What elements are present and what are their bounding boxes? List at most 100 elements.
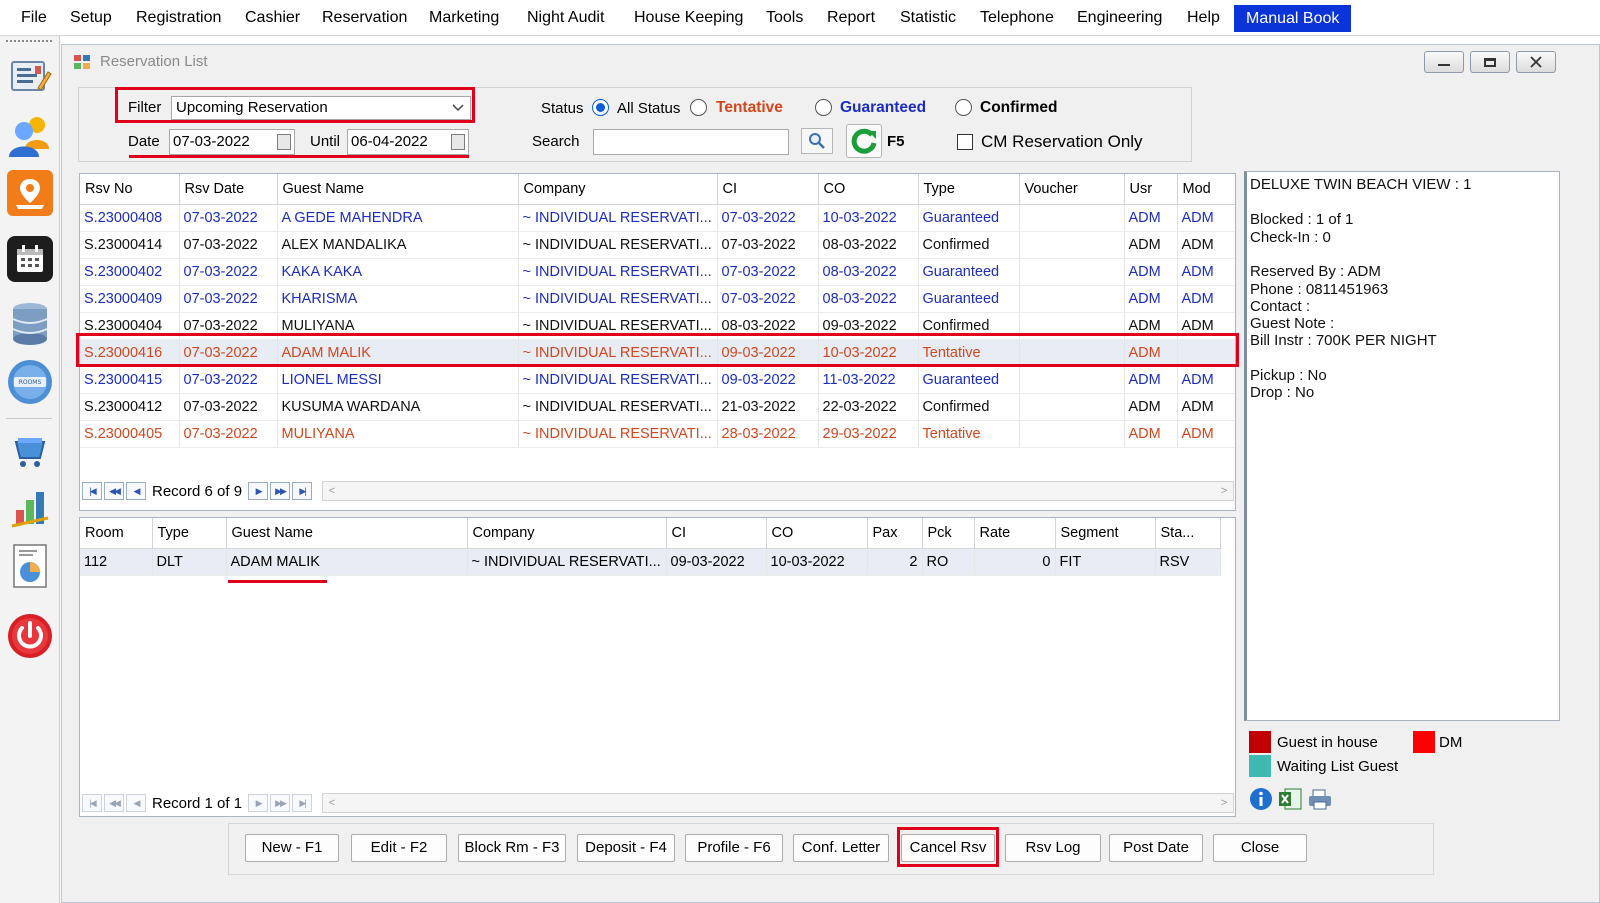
profile-button[interactable]: Profile - F6 [685, 834, 783, 862]
scroll-left-icon[interactable]: < [324, 795, 340, 811]
calendar-picker-icon[interactable] [277, 134, 291, 150]
column-header[interactable]: Type [152, 518, 227, 549]
excel-export-icon[interactable] [1277, 787, 1303, 811]
info-icon[interactable] [1249, 787, 1273, 811]
column-header[interactable]: Segment [1055, 518, 1156, 549]
column-header[interactable]: Company [467, 518, 667, 549]
menu-night-audit[interactable]: Night Audit [527, 6, 604, 30]
column-header[interactable]: Rsv Date [179, 174, 278, 205]
menu-telephone[interactable]: Telephone [980, 6, 1054, 30]
next-record-icon[interactable]: ▶ [248, 482, 269, 500]
column-header[interactable]: Rsv No [80, 174, 180, 205]
reservation-row[interactable]: S.23000416 07-03-2022 ADAM MALIK ~ INDIVIDU… [80, 339, 1235, 367]
guests-icon[interactable] [6, 112, 54, 160]
column-header[interactable]: Sta... [1155, 518, 1221, 549]
last-record-icon[interactable]: ▶| [292, 482, 313, 500]
column-header[interactable]: Room [80, 518, 153, 549]
last-record-icon[interactable]: ▶| [292, 794, 313, 812]
reservation-row[interactable]: S.23000402 07-03-2022 KAKA KAKA ~ INDIVIDUA… [80, 258, 1235, 286]
column-header[interactable]: CI [717, 174, 819, 205]
map-location-icon[interactable] [7, 170, 53, 216]
column-header[interactable]: CO [766, 518, 868, 549]
radio-tentative[interactable] [690, 99, 707, 116]
menu-help[interactable]: Help [1187, 6, 1220, 30]
radio-guaranteed[interactable] [815, 99, 832, 116]
menu-reservation[interactable]: Reservation [322, 6, 407, 30]
date-from-field[interactable]: 07-03-2022 [169, 129, 295, 155]
room-row[interactable]: 112 DLT ADAM MALIK ~ INDIVIDUAL RESERVATI..… [80, 548, 1221, 576]
reservation-row[interactable]: S.23000415 07-03-2022 LIONEL MESSI ~ INDIVI… [80, 366, 1235, 394]
room-hscrollbar[interactable]: < > [322, 793, 1234, 813]
reservation-hscrollbar[interactable]: < > [322, 481, 1234, 501]
menu-setup[interactable]: Setup [70, 6, 112, 30]
scroll-right-icon[interactable]: > [1216, 795, 1232, 811]
print-icon[interactable] [1307, 787, 1333, 811]
column-header[interactable]: Type [918, 174, 1020, 205]
menu-cashier[interactable]: Cashier [245, 6, 300, 30]
column-header[interactable]: Company [518, 174, 718, 205]
menu-report[interactable]: Report [827, 6, 875, 30]
calendar-icon[interactable] [7, 236, 53, 282]
first-record-icon[interactable]: |◀ [82, 482, 102, 500]
filter-combo[interactable]: Upcoming Reservation [171, 96, 471, 120]
maximize-button[interactable] [1470, 51, 1510, 73]
next-page-icon[interactable]: ▶▶ [270, 482, 291, 500]
menu-engineering[interactable]: Engineering [1077, 6, 1162, 30]
radio-all-status[interactable] [592, 99, 609, 116]
bar-chart-icon[interactable] [6, 484, 54, 532]
reservation-log-button[interactable]: Rsv Log [1005, 834, 1101, 862]
column-header[interactable]: Pax [867, 518, 923, 549]
cancel-reservation-button[interactable]: Cancel Rsv [901, 834, 995, 862]
search-input[interactable] [593, 129, 789, 155]
power-icon[interactable] [6, 612, 54, 660]
reservation-row[interactable]: S.23000414 07-03-2022 ALEX MANDALIKA ~ INDI… [80, 231, 1235, 259]
front-desk-icon[interactable] [6, 54, 54, 102]
radio-confirmed[interactable] [955, 99, 972, 116]
minimize-button[interactable] [1424, 51, 1464, 73]
column-header[interactable]: Guest Name [226, 518, 468, 549]
server-icon[interactable] [6, 300, 54, 348]
confirmation-letter-button[interactable]: Conf. Letter [793, 834, 889, 862]
prev-record-icon[interactable]: ◀ [126, 482, 146, 500]
prev-page-icon[interactable]: ◀◀ [104, 794, 124, 812]
next-record-icon[interactable]: ▶ [248, 794, 269, 812]
close-button[interactable]: Close [1213, 834, 1307, 862]
column-header[interactable]: Pck [922, 518, 975, 549]
menu-file[interactable]: File [21, 6, 47, 30]
column-header[interactable]: CO [818, 174, 919, 205]
prev-page-icon[interactable]: ◀◀ [104, 482, 124, 500]
column-header[interactable]: Voucher [1019, 174, 1125, 205]
edit-button[interactable]: Edit - F2 [351, 834, 447, 862]
pie-report-icon[interactable] [6, 542, 54, 590]
scroll-right-icon[interactable]: > [1216, 483, 1232, 499]
column-header[interactable]: Usr [1124, 174, 1178, 205]
prev-record-icon[interactable]: ◀ [126, 794, 146, 812]
column-header[interactable]: Rate [974, 518, 1056, 549]
shopping-cart-icon[interactable] [6, 428, 54, 476]
menu-tools[interactable]: Tools [766, 6, 803, 30]
menu-statistic[interactable]: Statistic [900, 6, 956, 30]
date-until-field[interactable]: 06-04-2022 [347, 129, 469, 155]
reservation-row[interactable]: S.23000409 07-03-2022 KHARISMA ~ INDIVIDUAL… [80, 285, 1235, 313]
close-window-button[interactable] [1516, 51, 1556, 73]
menu-house-keeping[interactable]: House Keeping [634, 6, 743, 30]
reservation-row[interactable]: S.23000404 07-03-2022 MULIYANA ~ INDIVIDUAL… [80, 312, 1235, 340]
scroll-left-icon[interactable]: < [324, 483, 340, 499]
menu-manual-book[interactable]: Manual Book [1234, 5, 1352, 32]
calendar-picker-icon[interactable] [451, 134, 465, 150]
reservation-row[interactable]: S.23000405 07-03-2022 MULIYANA ~ INDIVIDUAL… [80, 420, 1235, 448]
rooms-available-icon[interactable]: ROOMS [6, 358, 54, 406]
new-button[interactable]: New - F1 [245, 834, 339, 862]
menu-registration[interactable]: Registration [136, 6, 221, 30]
deposit-button[interactable]: Deposit - F4 [577, 834, 675, 862]
cm-reservation-only-checkbox[interactable] [957, 134, 973, 150]
next-page-icon[interactable]: ▶▶ [270, 794, 291, 812]
block-room-button[interactable]: Block Rm - F3 [458, 834, 566, 862]
post-date-button[interactable]: Post Date [1109, 834, 1203, 862]
reservation-row[interactable]: S.23000408 07-03-2022 A GEDE MAHENDRA ~ IND… [80, 204, 1235, 232]
search-button[interactable] [801, 128, 833, 154]
column-header[interactable]: CI [666, 518, 767, 549]
column-header[interactable]: Guest Name [277, 174, 519, 205]
first-record-icon[interactable]: |◀ [82, 794, 102, 812]
column-header[interactable]: Mod [1177, 174, 1235, 205]
